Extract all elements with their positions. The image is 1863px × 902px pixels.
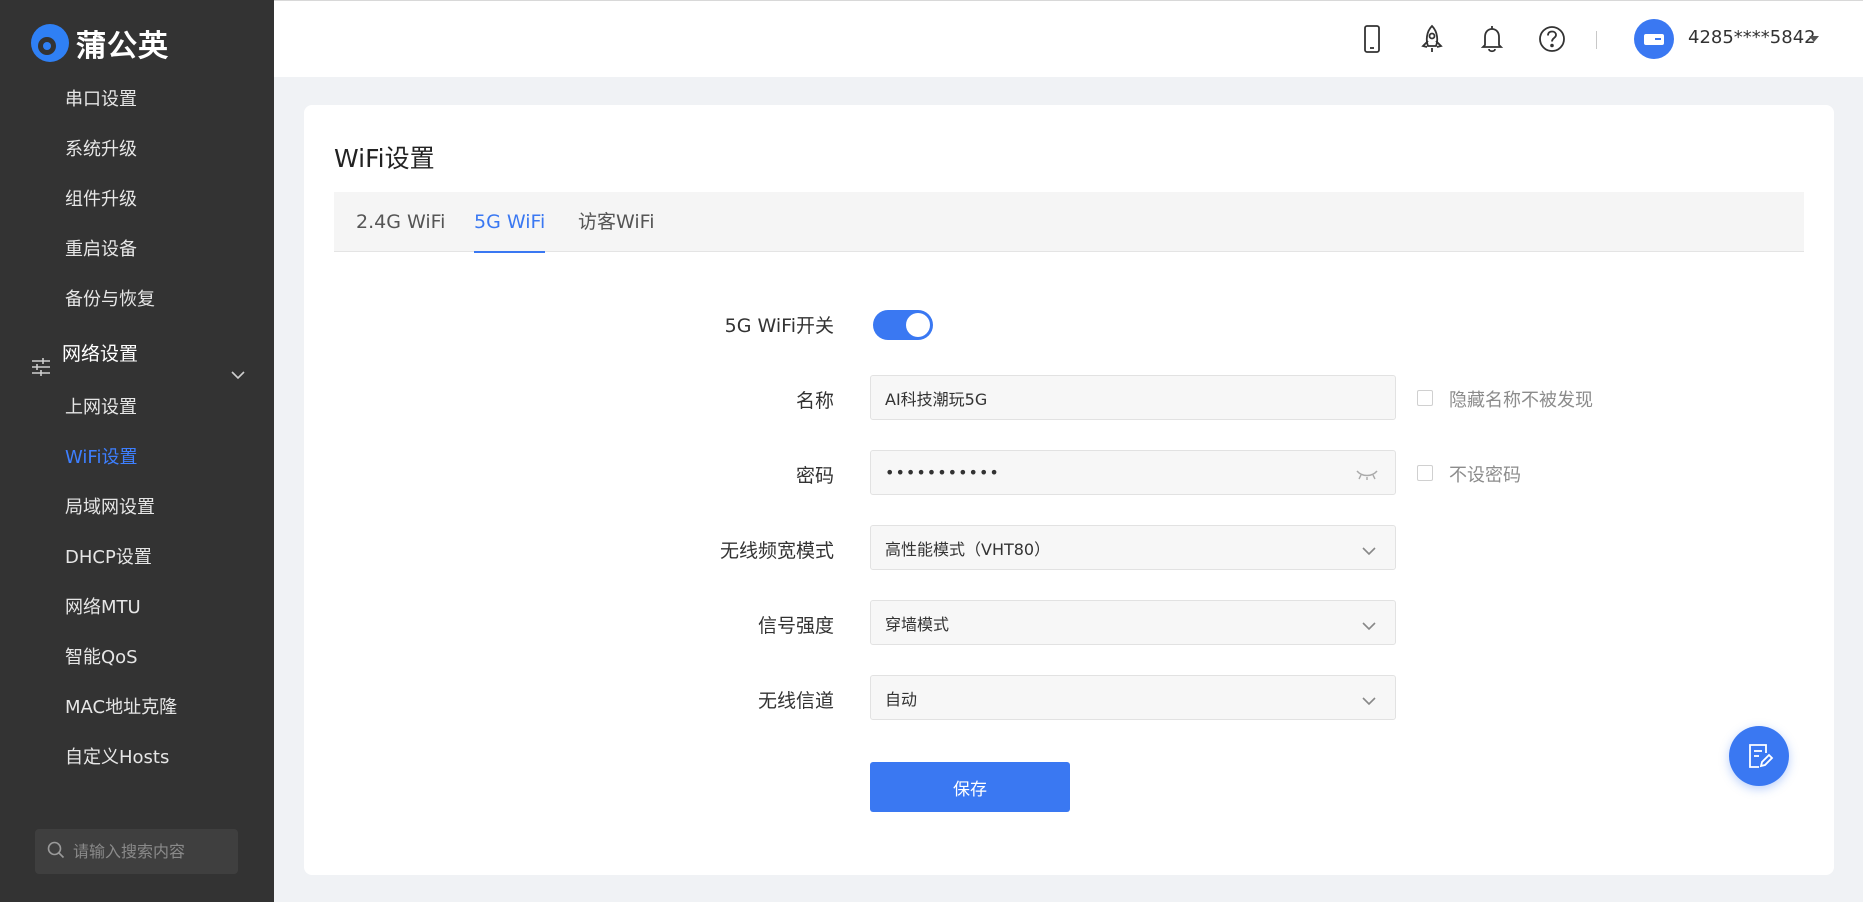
channel-select[interactable]: 自动 — [870, 675, 1396, 720]
sidebar-item-label: 局域网设置 — [65, 497, 155, 518]
logo[interactable]: 蒲公英 — [30, 22, 169, 64]
hide-ssid-checkbox[interactable] — [1417, 390, 1433, 406]
sidebar-item-serial[interactable]: 串口设置 — [0, 75, 274, 125]
channel-value: 自动 — [885, 689, 918, 709]
username[interactable]: 4285****5842 — [1688, 27, 1816, 48]
sidebar-item-mtu[interactable]: 网络MTU — [0, 583, 274, 633]
chevron-down-icon — [230, 347, 246, 380]
brand-name: 蒲公英 — [76, 29, 169, 64]
bandwidth-select[interactable]: 高性能模式（VHT80） — [870, 525, 1396, 570]
wifi-settings-card: WiFi设置 2.4G WiFi 5G WiFi 访客WiFi 5G WiFi开… — [304, 105, 1834, 875]
signal-select[interactable]: 穿墙模式 — [870, 600, 1396, 645]
wifi-5g-toggle[interactable] — [873, 310, 933, 340]
rocket-icon[interactable] — [1417, 23, 1447, 55]
sidebar-item-internet[interactable]: 上网设置 — [0, 383, 274, 433]
sidebar-group-label: 网络设置 — [62, 343, 139, 365]
eye-closed-icon[interactable] — [1355, 466, 1379, 480]
page-title: WiFi设置 — [334, 144, 435, 173]
sidebar-item-label: MAC地址克隆 — [65, 697, 178, 718]
sidebar-search — [35, 829, 238, 874]
no-password-checkbox[interactable] — [1417, 465, 1433, 481]
sidebar-item-component-upgrade[interactable]: 组件升级 — [0, 175, 274, 225]
tab-5g-wifi[interactable]: 5G WiFi — [474, 192, 546, 253]
bandwidth-value: 高性能模式（VHT80） — [885, 539, 1051, 559]
sidebar-item-reboot[interactable]: 重启设备 — [0, 225, 274, 275]
signal-value: 穿墙模式 — [885, 614, 950, 634]
sidebar-item-lan[interactable]: 局域网设置 — [0, 483, 274, 533]
sidebar-item-dhcp[interactable]: DHCP设置 — [0, 533, 274, 583]
search-input[interactable] — [73, 842, 223, 861]
no-password-label: 不设密码 — [1449, 465, 1521, 486]
signal-label: 信号强度 — [757, 615, 834, 637]
sidebar-item-label: DHCP设置 — [65, 547, 152, 568]
sidebar-item-wifi[interactable]: WiFi设置 — [0, 433, 274, 483]
password-label: 密码 — [795, 465, 834, 487]
mobile-icon[interactable] — [1357, 23, 1387, 55]
sidebar-item-backup[interactable]: 备份与恢复 — [0, 275, 274, 325]
avatar[interactable] — [1634, 19, 1674, 59]
sidebar-item-label: 组件升级 — [65, 189, 137, 210]
sidebar-item-label: 智能QoS — [65, 647, 138, 668]
sliders-icon — [30, 343, 52, 376]
sidebar-group-network[interactable]: 网络设置 — [0, 325, 274, 383]
dandelion-logo-icon — [30, 23, 70, 63]
wifi-tabs: 2.4G WiFi 5G WiFi 访客WiFi — [334, 192, 1804, 253]
chevron-down-icon — [1361, 617, 1377, 631]
sidebar-item-label: 系统升级 — [65, 139, 137, 160]
sidebar-item-hosts[interactable]: 自定义Hosts — [0, 733, 274, 783]
ssid-field — [870, 375, 1396, 420]
save-button[interactable]: 保存 — [870, 762, 1070, 812]
header-divider — [1596, 31, 1597, 49]
bandwidth-label: 无线频宽模式 — [719, 540, 834, 562]
ssid-input[interactable] — [885, 388, 1345, 407]
chevron-down-icon — [1361, 692, 1377, 706]
caret-down-icon[interactable] — [1809, 36, 1819, 42]
hide-ssid-label: 隐藏名称不被发现 — [1449, 390, 1593, 411]
name-label: 名称 — [795, 390, 834, 412]
sidebar-item-system-upgrade[interactable]: 系统升级 — [0, 125, 274, 175]
bell-icon[interactable] — [1477, 23, 1507, 55]
password-field: ••••••••••• — [870, 450, 1396, 495]
switch-label: 5G WiFi开关 — [724, 315, 834, 337]
sidebar-item-label: 网络MTU — [65, 597, 141, 618]
sidebar-item-label: 备份与恢复 — [65, 289, 155, 310]
password-input[interactable]: ••••••••••• — [885, 463, 1000, 482]
sidebar-item-mac-clone[interactable]: MAC地址克隆 — [0, 683, 274, 733]
tab-guest-wifi[interactable]: 访客WiFi — [578, 192, 654, 252]
sidebar-item-label: 重启设备 — [65, 239, 137, 260]
sidebar-menu: 串口设置 系统升级 组件升级 重启设备 备份与恢复 网络设置 上网设置 WiFi… — [0, 75, 274, 783]
tab-2-4g-wifi[interactable]: 2.4G WiFi — [356, 192, 445, 252]
help-icon[interactable] — [1537, 23, 1567, 55]
sidebar-item-label: WiFi设置 — [65, 447, 138, 468]
feedback-fab[interactable] — [1729, 726, 1789, 786]
chevron-down-icon — [1361, 542, 1377, 556]
sidebar-item-qos[interactable]: 智能QoS — [0, 633, 274, 683]
sidebar-item-label: 上网设置 — [65, 397, 137, 418]
sidebar: 蒲公英 串口设置 系统升级 组件升级 重启设备 备份与恢复 网络设置 上网设置 … — [0, 0, 274, 902]
sidebar-item-label: 自定义Hosts — [65, 747, 170, 768]
sidebar-item-label: 串口设置 — [65, 89, 137, 110]
channel-label: 无线信道 — [757, 690, 834, 712]
search-icon — [47, 841, 65, 863]
top-header: 4285****5842 — [274, 0, 1863, 77]
